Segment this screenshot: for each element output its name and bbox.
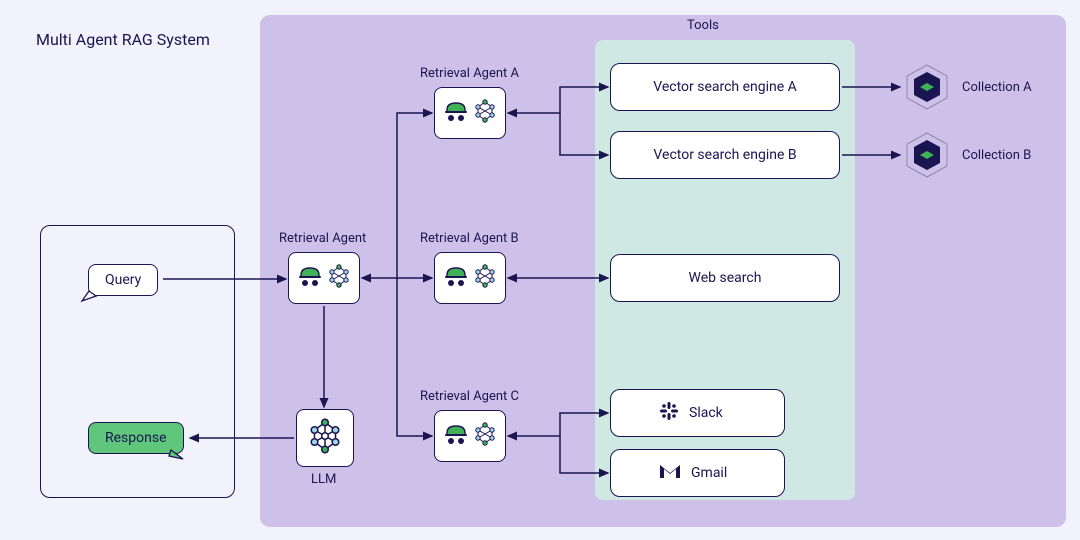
tool-gmail-text: Gmail (691, 465, 727, 481)
query-bubble: Query (88, 264, 158, 296)
network-icon (473, 99, 497, 127)
agent-b (434, 252, 506, 304)
tool-web: Web search (610, 254, 840, 302)
agent-c (434, 410, 506, 462)
llm-label: LLM (311, 472, 336, 487)
agent-a (434, 87, 506, 139)
tool-web-text: Web search (689, 270, 762, 286)
network-icon (307, 418, 343, 458)
tool-slack-text: Slack (689, 405, 723, 421)
agent-c-label: Retrieval Agent C (420, 389, 519, 404)
retrieval-agent (288, 252, 360, 304)
network-icon (473, 264, 497, 292)
agent-icon (443, 265, 469, 291)
agent-icon (443, 100, 469, 126)
tool-vsb: Vector search engine B (610, 131, 840, 179)
slack-icon (659, 401, 679, 425)
collection-a-label: Collection A (962, 80, 1032, 95)
agent-b-label: Retrieval Agent B (420, 231, 519, 246)
query-text: Query (105, 272, 141, 288)
network-icon (473, 422, 497, 450)
tool-vsb-text: Vector search engine B (653, 147, 796, 163)
tool-slack: Slack (610, 389, 785, 437)
collection-b-label: Collection B (962, 148, 1031, 163)
response-tail-icon (168, 448, 186, 462)
agent-a-label: Retrieval Agent A (420, 66, 519, 81)
llm-box (296, 409, 354, 467)
gmail-icon (659, 463, 681, 483)
tool-vsa: Vector search engine A (610, 63, 840, 111)
response-text: Response (105, 430, 167, 446)
tool-gmail: Gmail (610, 449, 785, 497)
diagram-title: Multi Agent RAG System (36, 30, 210, 49)
tools-heading: Tools (687, 18, 719, 33)
network-icon (327, 264, 351, 292)
retrieval-agent-label: Retrieval Agent (279, 231, 366, 246)
collection-a-icon (902, 62, 952, 116)
query-tail-icon (80, 290, 98, 304)
agent-icon (443, 423, 469, 449)
collection-b-icon (902, 130, 952, 184)
agent-icon (297, 265, 323, 291)
tool-vsa-text: Vector search engine A (653, 79, 797, 95)
